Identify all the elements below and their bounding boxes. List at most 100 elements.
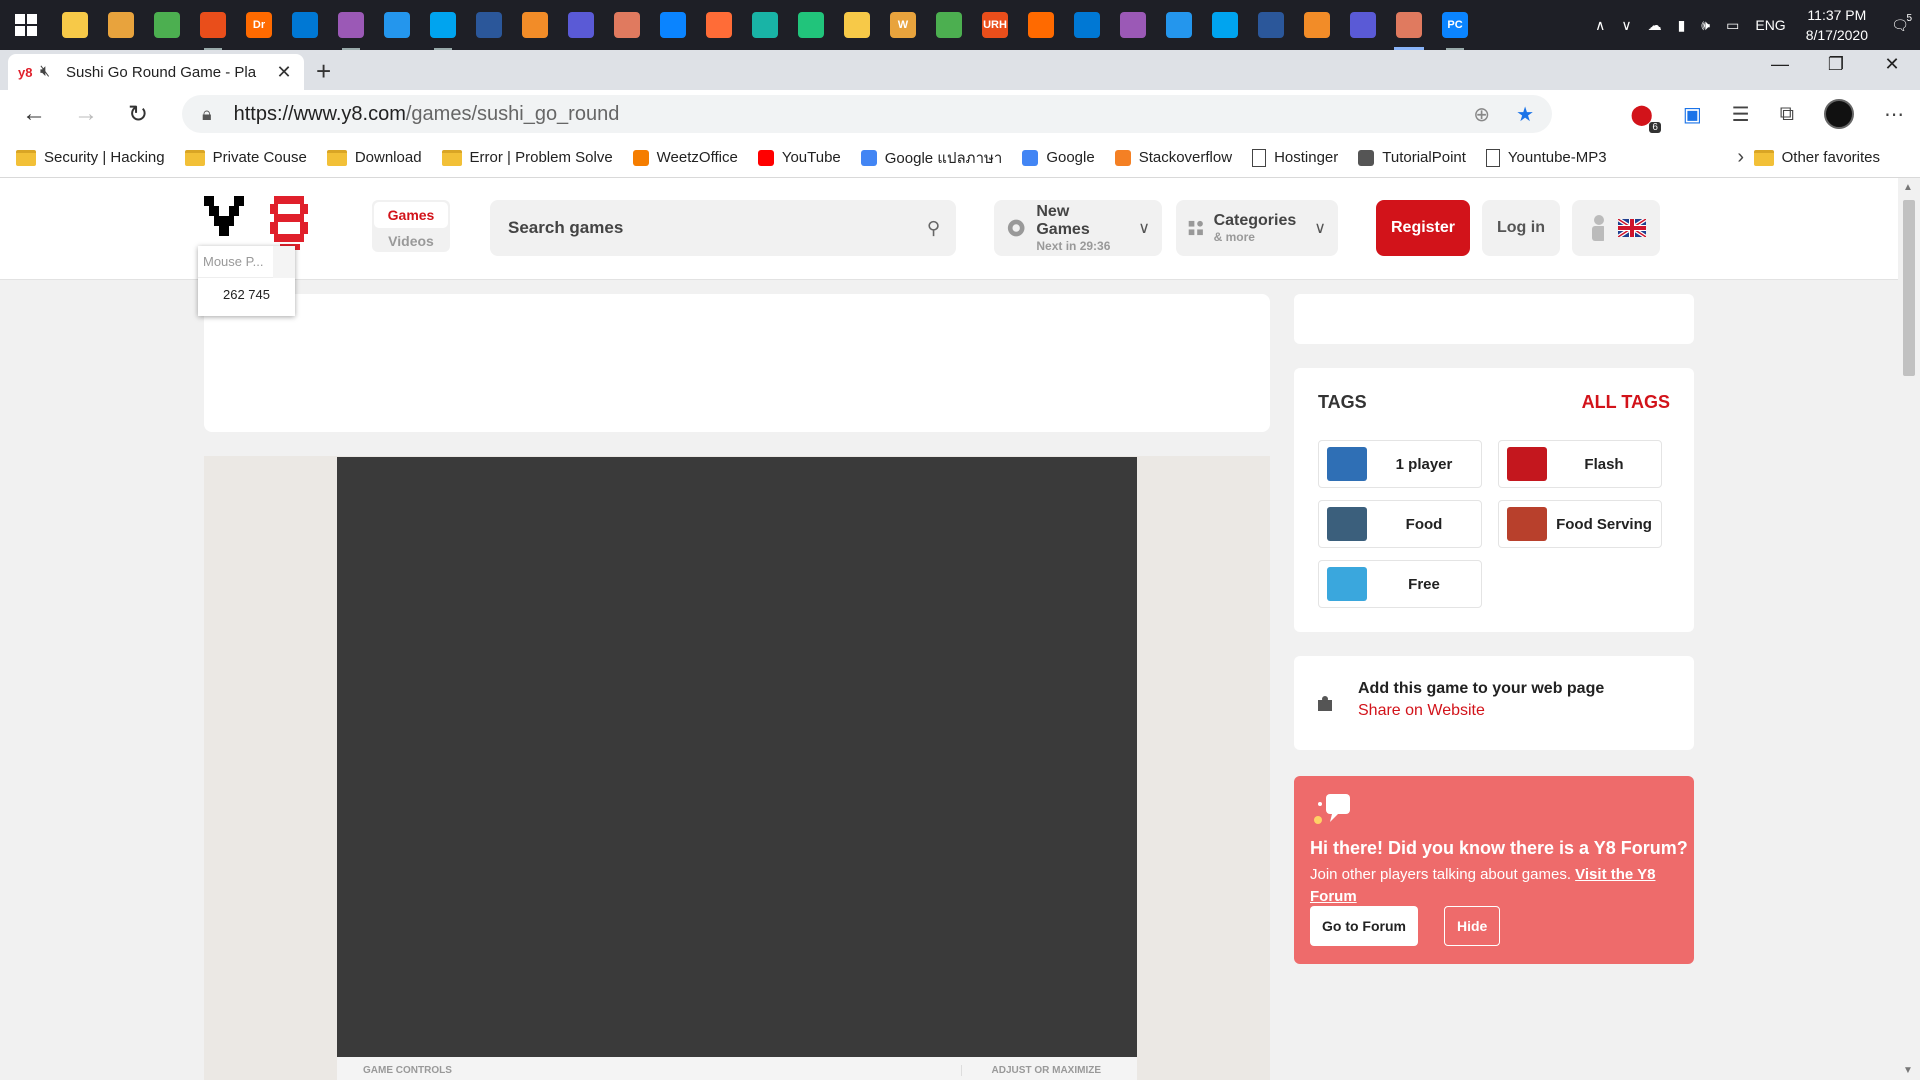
taskbar-app-button[interactable]: [1248, 0, 1294, 50]
taskbar-app-button[interactable]: [190, 0, 236, 50]
taskbar-app-button[interactable]: [926, 0, 972, 50]
lock-icon[interactable]: 🔒︎: [202, 104, 212, 125]
taskbar-app-button[interactable]: [604, 0, 650, 50]
taskbar-app-button[interactable]: [98, 0, 144, 50]
taskbar-app-button[interactable]: URH: [972, 0, 1018, 50]
taskbar-app-button[interactable]: [788, 0, 834, 50]
scroll-down-icon[interactable]: ▼: [1903, 1065, 1913, 1076]
bookmark-item[interactable]: YouTube: [757, 146, 841, 170]
add-app-icon[interactable]: ⊕: [1473, 102, 1490, 127]
bookmark-item[interactable]: TutorialPoint: [1358, 146, 1466, 170]
taskbar-app-button[interactable]: PC: [1432, 0, 1478, 50]
bookmark-item[interactable]: Yountube-MP3: [1485, 146, 1607, 170]
tag-button[interactable]: Free: [1318, 560, 1482, 608]
reload-button[interactable]: ↻: [112, 100, 164, 129]
muted-audio-icon[interactable]: 🔇︎: [40, 63, 66, 81]
taskbar-app-button[interactable]: [282, 0, 328, 50]
bookmark-item[interactable]: Security | Hacking: [16, 146, 165, 170]
bookmark-item[interactable]: Stackoverflow: [1114, 146, 1232, 170]
taskbar-app-button[interactable]: [1294, 0, 1340, 50]
minimize-button[interactable]: —: [1752, 50, 1808, 80]
bookmark-item[interactable]: Google: [1022, 146, 1095, 170]
game-controls-label[interactable]: GAME CONTROLS: [363, 1065, 452, 1076]
bookmark-item[interactable]: Error | Problem Solve: [441, 146, 613, 170]
taskbar-app-button[interactable]: [1064, 0, 1110, 50]
taskbar-app-button[interactable]: [558, 0, 604, 50]
tag-button[interactable]: Food Serving: [1498, 500, 1662, 548]
nav-videos[interactable]: Videos: [372, 230, 450, 249]
go-to-forum-button[interactable]: Go to Forum: [1310, 906, 1418, 946]
share-link[interactable]: Share on Website: [1358, 702, 1485, 720]
network-icon[interactable]: ▭: [1718, 17, 1747, 34]
bookmark-item[interactable]: Download: [326, 146, 422, 170]
taskbar-app-button[interactable]: [696, 0, 742, 50]
scrollbar-thumb[interactable]: [1903, 200, 1915, 376]
collections-icon[interactable]: ⧉: [1780, 103, 1794, 126]
bookmark-item[interactable]: Google แปลภาษา: [860, 146, 1002, 170]
new-tab-button[interactable]: +: [316, 56, 331, 87]
hide-forum-button[interactable]: Hide: [1444, 906, 1501, 946]
bookmark-other-favorites[interactable]: Other favorites: [1753, 149, 1880, 166]
taskbar-app-button[interactable]: [512, 0, 558, 50]
taskbar-app-button[interactable]: [466, 0, 512, 50]
taskbar-app-button[interactable]: [834, 0, 880, 50]
bookmark-item[interactable]: WeetzOffice: [632, 146, 738, 170]
taskbar-app-button[interactable]: [1156, 0, 1202, 50]
adblock-extension-icon[interactable]: ⬤ 6: [1630, 102, 1661, 133]
tag-button[interactable]: Food: [1318, 500, 1482, 548]
page-scrollbar[interactable]: ▲ ▼: [1898, 178, 1920, 1080]
categories-dropdown[interactable]: Categories & more ∨: [1176, 200, 1338, 256]
taskbar-app-button[interactable]: [1202, 0, 1248, 50]
all-tags-link[interactable]: ALL TAGS: [1582, 392, 1670, 413]
tag-button[interactable]: Flash: [1498, 440, 1662, 488]
taskbar-app-button[interactable]: [742, 0, 788, 50]
start-button[interactable]: [0, 0, 52, 50]
close-tab-icon[interactable]: ✕: [274, 62, 294, 83]
address-bar[interactable]: 🔒︎ https://www.y8.com/games/sushi_go_rou…: [182, 95, 1552, 133]
favorites-icon[interactable]: ☰: [1732, 102, 1750, 127]
close-window-button[interactable]: ✕: [1864, 50, 1920, 80]
taskbar-app-button[interactable]: [1018, 0, 1064, 50]
notifications-button[interactable]: 🗨 5: [1880, 13, 1920, 34]
taskbar-app-button[interactable]: [1386, 0, 1432, 50]
volume-icon[interactable]: 🕪: [1693, 17, 1718, 34]
close-popup-button[interactable]: [273, 246, 295, 278]
register-button[interactable]: Register: [1376, 200, 1470, 256]
bookmark-item[interactable]: Hostinger: [1252, 146, 1338, 170]
chevron-up-icon[interactable]: ∧: [1587, 17, 1613, 34]
login-button[interactable]: Log in: [1482, 200, 1560, 256]
onedrive-icon[interactable]: ☁: [1640, 17, 1670, 34]
chevron-down-icon[interactable]: ∨: [1613, 17, 1639, 34]
language-button[interactable]: [1604, 200, 1660, 256]
nav-games[interactable]: Games: [374, 202, 448, 228]
back-button[interactable]: ←: [8, 100, 60, 128]
restore-button[interactable]: ❐: [1808, 50, 1864, 80]
search-games-input[interactable]: Search games ⚲: [490, 200, 956, 256]
game-canvas[interactable]: [337, 457, 1137, 1057]
taskbar-app-button[interactable]: [328, 0, 374, 50]
taskbar-app-button[interactable]: [650, 0, 696, 50]
tag-button[interactable]: 1 player: [1318, 440, 1482, 488]
taskbar-app-button[interactable]: [420, 0, 466, 50]
taskbar-app-button[interactable]: W: [880, 0, 926, 50]
forward-button[interactable]: →: [60, 100, 112, 128]
more-menu-icon[interactable]: ⋯: [1884, 102, 1904, 127]
new-games-dropdown[interactable]: New Games Next in 29:36 ∨: [994, 200, 1162, 256]
taskbar-app-button[interactable]: [374, 0, 420, 50]
taskbar-app-button[interactable]: [144, 0, 190, 50]
browser-tab[interactable]: y8 🔇︎ Sushi Go Round Game - Pla ✕: [8, 54, 304, 90]
favorite-star-icon[interactable]: ★: [1516, 102, 1534, 127]
bookmark-item[interactable]: Private Couse: [184, 146, 307, 170]
taskbar-app-button[interactable]: [1110, 0, 1156, 50]
chevron-right-icon[interactable]: ›: [1737, 146, 1744, 169]
taskbar-app-button[interactable]: [1340, 0, 1386, 50]
profile-avatar[interactable]: [1824, 99, 1854, 129]
taskbar-app-button[interactable]: [52, 0, 98, 50]
adjust-maximize-label[interactable]: ADJUST OR MAXIMIZE: [960, 1065, 1101, 1076]
search-icon[interactable]: ⚲: [927, 218, 940, 239]
scroll-up-icon[interactable]: ▲: [1903, 182, 1913, 193]
taskbar-app-button[interactable]: Dr: [236, 0, 282, 50]
language-indicator[interactable]: ENG: [1747, 17, 1793, 33]
clock[interactable]: 11:37 PM 8/17/2020: [1794, 5, 1880, 45]
battery-icon[interactable]: ▮: [1670, 17, 1694, 34]
